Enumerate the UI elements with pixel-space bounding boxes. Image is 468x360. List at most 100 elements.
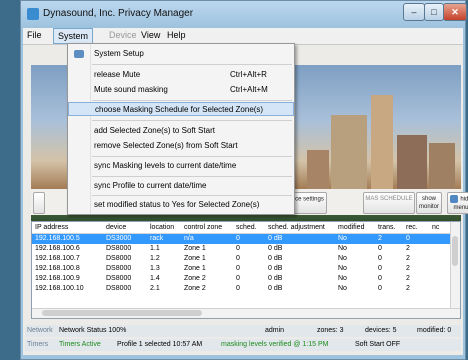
- menu-help[interactable]: Help: [167, 30, 186, 40]
- horizontal-scrollbar[interactable]: [32, 308, 460, 318]
- soft-start-status: Soft Start OFF: [355, 341, 401, 348]
- menu-item-label: sync Masking levels to current date/time: [94, 161, 237, 170]
- toolbar-left-button[interactable]: [33, 192, 45, 214]
- table-row[interactable]: 192.168.100.7 DS8000 1.2 Zone 1 0 0 dB N…: [32, 254, 452, 264]
- cell-sched: 0: [236, 235, 240, 242]
- cell-ip: 192.168.100.8: [35, 265, 80, 272]
- scroll-thumb[interactable]: [452, 236, 458, 266]
- cell-device: DS8000: [106, 275, 132, 282]
- table-row[interactable]: 192.168.100.8 DS8000 1.3 Zone 1 0 0 dB N…: [32, 264, 452, 274]
- table-row[interactable]: 192.168.100.6 DS8000 1.1 Zone 1 0 0 dB N…: [32, 244, 452, 254]
- cell-modified: No: [338, 275, 347, 282]
- menu-item-sync-profile[interactable]: sync Profile to current date/time: [68, 179, 294, 193]
- cell-sched: 0: [236, 245, 240, 252]
- cell-trans: 0: [378, 245, 382, 252]
- cell-ip: 192.168.100.7: [35, 255, 80, 262]
- menu-item-label: release Mute: [94, 70, 141, 79]
- menu-item-release-mute[interactable]: release Mute Ctrl+Alt+R: [68, 68, 294, 82]
- column-header[interactable]: nc: [432, 223, 439, 232]
- show-monitor-label: show monitor: [418, 196, 439, 210]
- column-header[interactable]: location: [150, 223, 174, 232]
- table-row[interactable]: 192.168.100.5 DS3000 rack n/a 0 0 dB No …: [32, 234, 452, 244]
- devices-count: devices: 5: [365, 327, 397, 334]
- cell-trans: 0: [378, 275, 382, 282]
- cell-zone: Zone 2: [184, 285, 206, 292]
- menu-item-sync-masking[interactable]: sync Masking levels to current date/time: [68, 159, 294, 173]
- timers-label: Timers: [27, 341, 49, 348]
- show-monitor-button[interactable]: show monitor: [416, 192, 442, 214]
- cell-device: DS8000: [106, 265, 132, 272]
- cell-modified: No: [338, 285, 347, 292]
- vertical-scrollbar[interactable]: [450, 222, 460, 310]
- menu-item-set-modified[interactable]: set modified status to Yes for Selected …: [68, 198, 294, 212]
- admin-status: admin: [265, 327, 285, 334]
- menu-separator: [92, 100, 292, 101]
- menu-item-add-soft-start[interactable]: add Selected Zone(s) to Soft Start: [68, 124, 294, 138]
- building-shape: [331, 115, 367, 195]
- cell-trans: 0: [378, 255, 382, 262]
- cell-rec: 2: [406, 245, 410, 252]
- column-header[interactable]: sched.: [236, 223, 257, 232]
- masking-schedule-label: MAS SCHEDULE: [365, 196, 413, 202]
- modified-count: modified: 0: [417, 327, 452, 334]
- cell-modified: No: [338, 255, 347, 262]
- table-row[interactable]: 192.168.100.9 DS8000 1.4 Zone 2 0 0 dB N…: [32, 274, 452, 284]
- column-header[interactable]: control zone: [184, 223, 222, 232]
- minimize-button[interactable]: –: [403, 3, 425, 21]
- hide-menu-button[interactable]: hide menu: [447, 192, 468, 214]
- scroll-thumb[interactable]: [42, 310, 202, 316]
- menu-view[interactable]: View: [141, 30, 160, 40]
- maximize-button[interactable]: □: [424, 3, 444, 21]
- device-table[interactable]: IP address device location control zone …: [31, 221, 461, 319]
- masking-schedule-button[interactable]: MAS SCHEDULE: [363, 192, 415, 214]
- cell-adjust: 0 dB: [268, 255, 283, 262]
- menu-item-label: System Setup: [94, 49, 144, 58]
- cell-location: rack: [150, 235, 164, 242]
- cell-location: 1.4: [150, 275, 160, 282]
- menu-separator: [92, 64, 292, 65]
- zones-count: zones: 3: [317, 327, 344, 334]
- menu-item-system-setup[interactable]: System Setup: [68, 47, 294, 61]
- cell-adjust: 0 dB: [268, 265, 283, 272]
- cell-rec: 2: [406, 285, 410, 292]
- building-shape: [429, 143, 455, 195]
- close-button[interactable]: ✕: [443, 3, 467, 21]
- cell-rec: 0: [406, 235, 410, 242]
- menu-system[interactable]: System: [53, 28, 94, 44]
- cell-modified: No: [338, 245, 347, 252]
- column-header[interactable]: trans.: [378, 223, 396, 232]
- table-row[interactable]: 192.168.100.10 DS8000 2.1 Zone 2 0 0 dB …: [32, 284, 452, 294]
- cell-location: 1.1: [150, 245, 160, 252]
- column-header[interactable]: sched. adjustment: [268, 223, 325, 232]
- menu-item-choose-masking-schedule[interactable]: choose Masking Schedule for Selected Zon…: [68, 102, 294, 116]
- column-header[interactable]: IP address: [35, 223, 68, 232]
- hide-menu-icon: [450, 195, 459, 203]
- menu-item-label: Mute sound masking: [94, 85, 168, 94]
- cell-sched: 0: [236, 285, 240, 292]
- network-status: Network Status 100%: [59, 327, 127, 334]
- column-header[interactable]: modified: [338, 223, 364, 232]
- network-status-bar: Network Network Status 100% admin zones:…: [25, 325, 461, 337]
- column-header[interactable]: rec.: [406, 223, 418, 232]
- menu-file[interactable]: File: [27, 30, 42, 40]
- title-bar[interactable]: Dynasound, Inc. Privacy Manager – □ ✕: [21, 1, 467, 27]
- menu-item-mute-masking[interactable]: Mute sound masking Ctrl+Alt+M: [68, 83, 294, 97]
- building-shape: [397, 135, 427, 195]
- cell-ip: 192.168.100.10: [35, 285, 84, 292]
- building-shape: [371, 95, 393, 195]
- menu-item-label: add Selected Zone(s) to Soft Start: [94, 126, 215, 135]
- menu-item-remove-soft-start[interactable]: remove Selected Zone(s) from Soft Start: [68, 139, 294, 153]
- cell-modified: No: [338, 235, 347, 242]
- menu-device[interactable]: Device: [109, 30, 137, 40]
- cell-adjust: 0 dB: [268, 275, 283, 282]
- cell-zone: Zone 1: [184, 255, 206, 262]
- table-header: IP address device location control zone …: [32, 222, 460, 234]
- profile-status: Profile 1 selected 10:57 AM: [117, 341, 203, 348]
- menu-separator: [92, 120, 292, 121]
- cell-rec: 2: [406, 255, 410, 262]
- cell-ip: 192.168.100.5: [35, 235, 80, 242]
- column-header[interactable]: device: [106, 223, 126, 232]
- cell-device: DS8000: [106, 285, 132, 292]
- cell-trans: 2: [378, 235, 382, 242]
- cell-trans: 0: [378, 285, 382, 292]
